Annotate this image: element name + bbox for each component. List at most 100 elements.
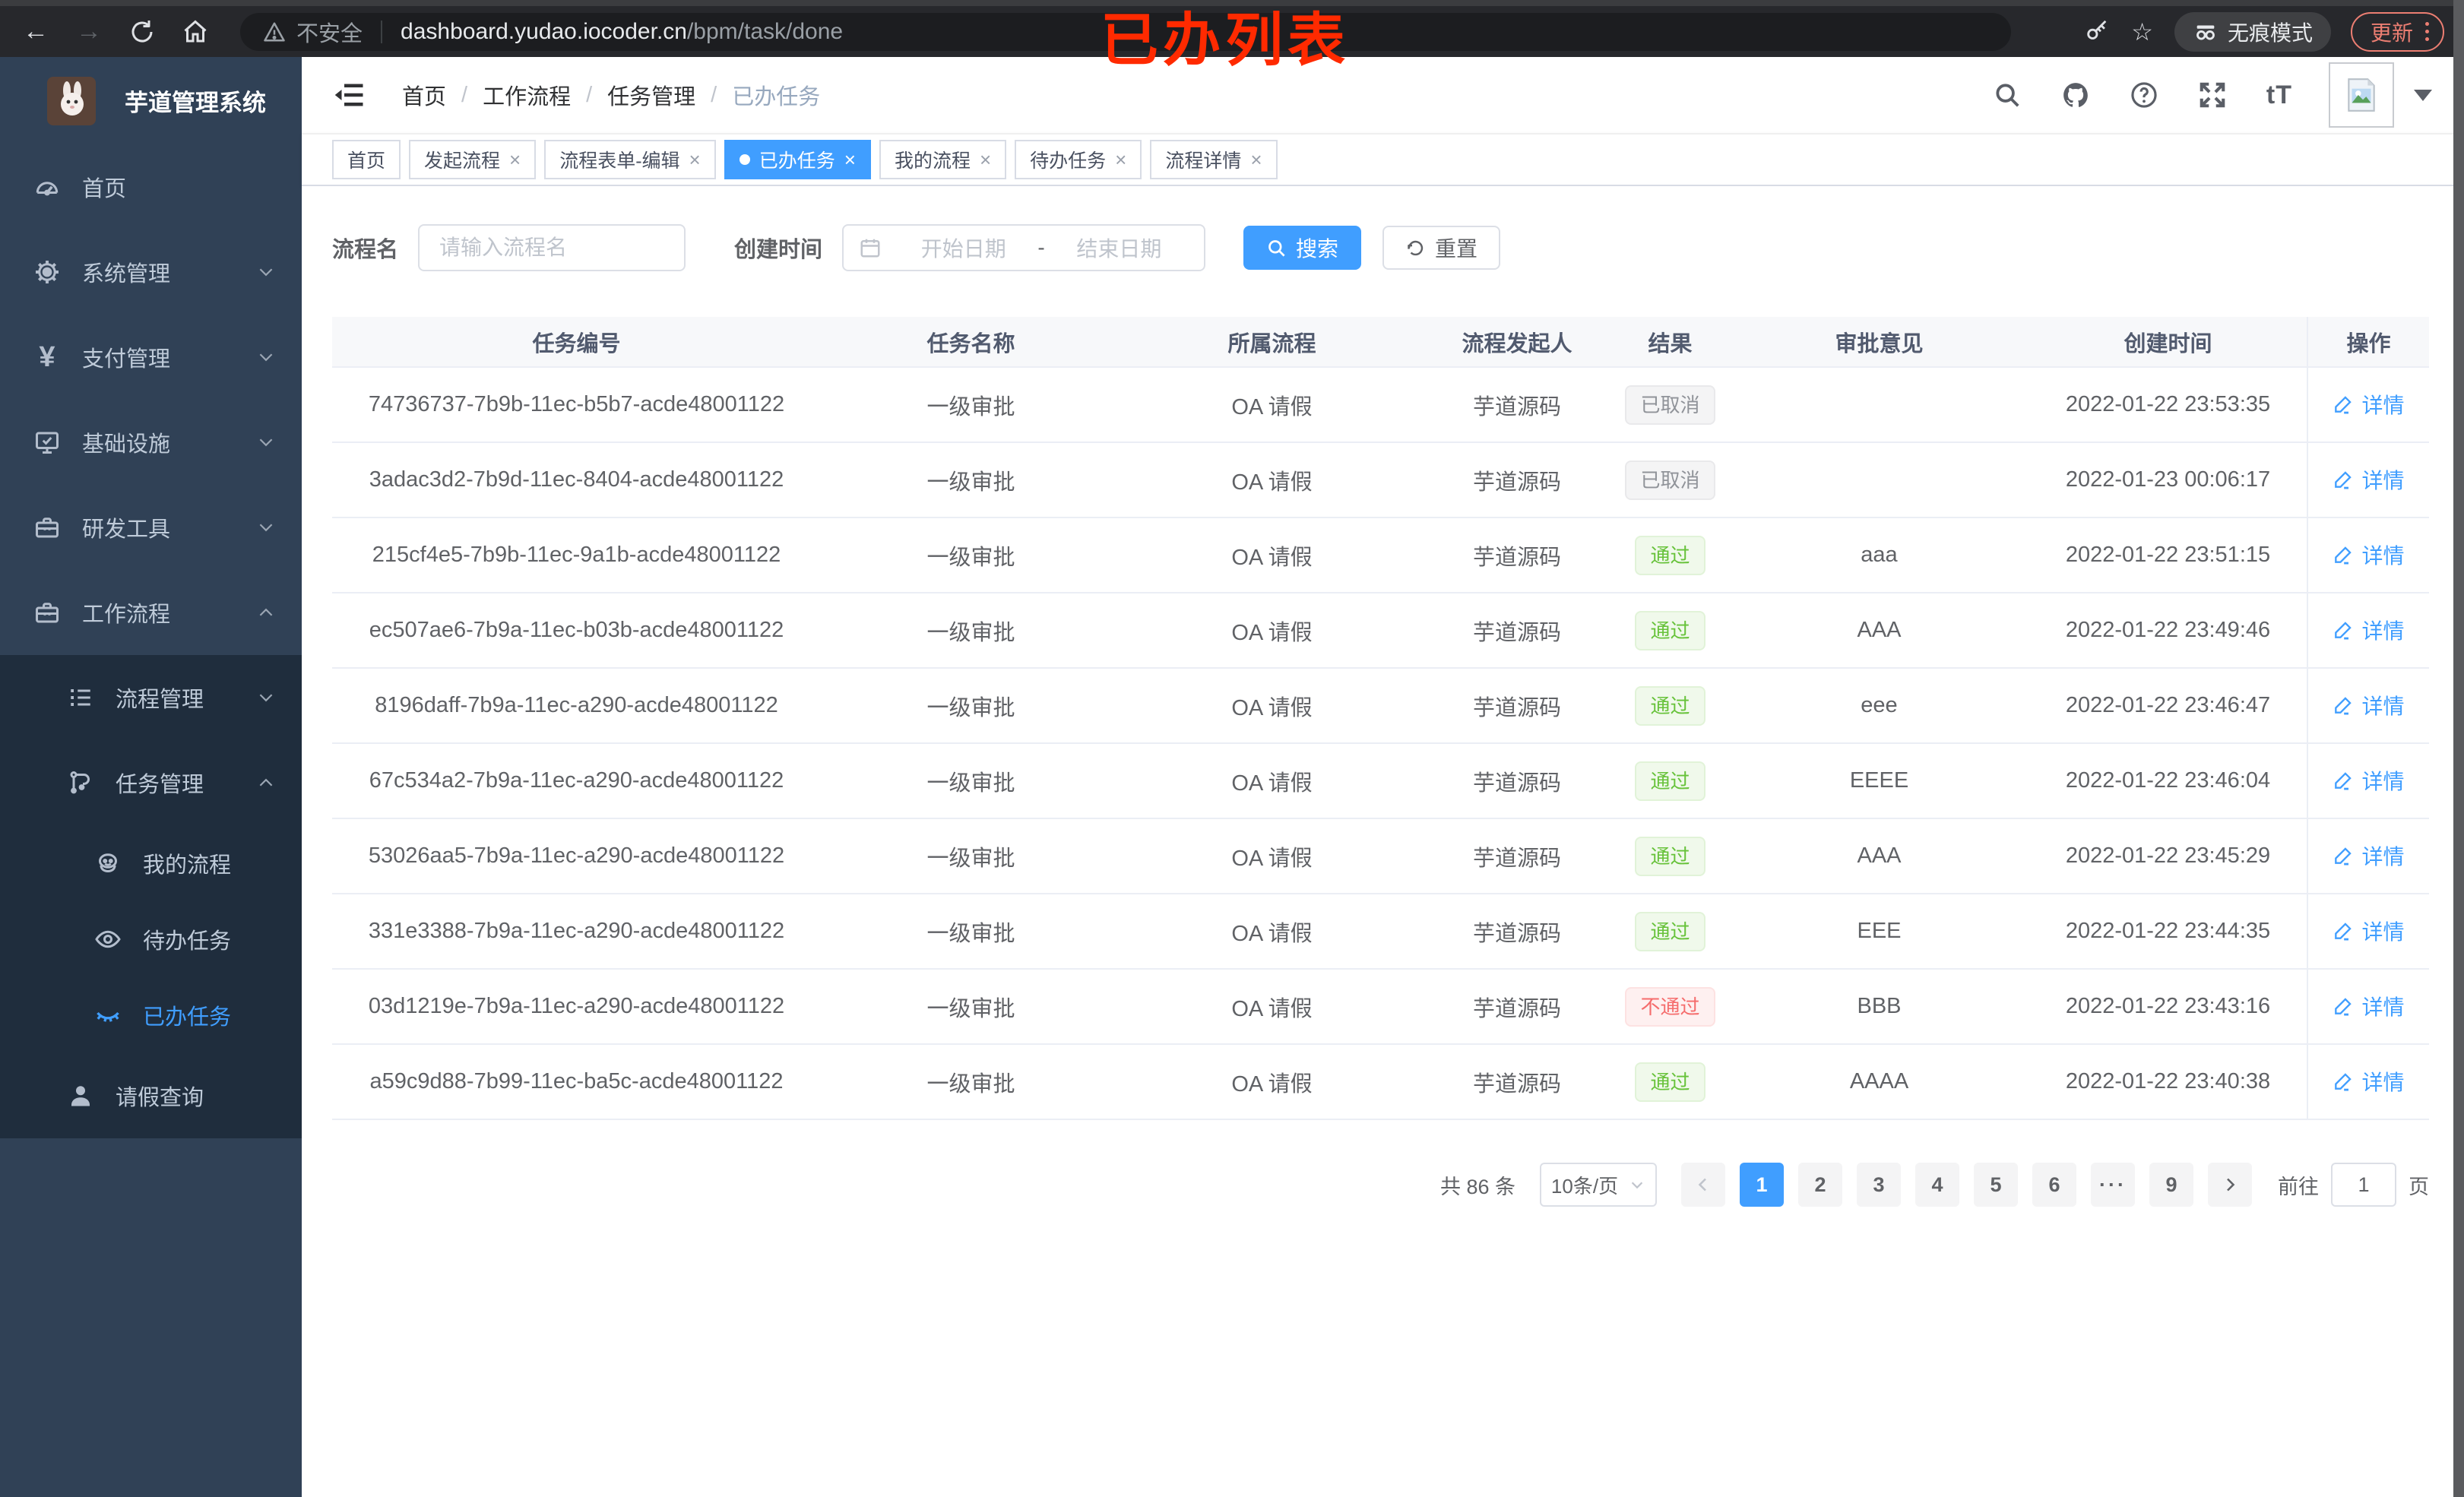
page-button-9[interactable]: 9 <box>2149 1163 2193 1207</box>
chrome-update-button[interactable]: 更新 <box>2350 11 2444 52</box>
search-icon[interactable] <box>1993 81 2022 109</box>
tab-流程表单-编辑[interactable]: 流程表单-编辑 × <box>544 140 716 179</box>
tab-发起流程[interactable]: 发起流程 × <box>409 140 537 179</box>
jump-page-input[interactable] <box>2331 1163 2396 1207</box>
browser-back-icon[interactable]: ← <box>18 14 53 49</box>
tab-待办任务[interactable]: 待办任务 × <box>1015 140 1142 179</box>
sidebar-item-首页[interactable]: 首页 <box>0 144 302 229</box>
edit-pen-icon <box>2333 770 2354 791</box>
tab-close-icon[interactable]: × <box>1115 150 1126 169</box>
date-range-picker[interactable]: 开始日期 - 结束日期 <box>842 224 1206 271</box>
page-button-1[interactable]: 1 <box>1740 1163 1784 1207</box>
detail-link[interactable]: 详情 <box>2333 389 2405 419</box>
page-button-5[interactable]: 5 <box>1974 1163 2018 1207</box>
detail-link[interactable]: 详情 <box>2333 840 2405 871</box>
sidebar-item-请假查询[interactable]: 请假查询 <box>0 1053 302 1138</box>
detail-link[interactable]: 详情 <box>2333 464 2405 495</box>
avatar[interactable] <box>2329 62 2394 128</box>
detail-link[interactable]: 详情 <box>2333 1066 2405 1097</box>
url-bar[interactable]: 不安全 dashboard.yudao.iocoder.cn/bpm/task/… <box>240 12 2011 51</box>
navbar: 首页 / 工作流程 / 任务管理 / 已办任务 tT <box>302 57 2464 133</box>
page-button-3[interactable]: 3 <box>1857 1163 1901 1207</box>
prev-page-button[interactable] <box>1681 1163 1725 1207</box>
sidebar-item-已办任务[interactable]: 已办任务 <box>0 977 302 1053</box>
sidebar-item-任务管理[interactable]: 任务管理 <box>0 740 302 825</box>
result-badge: 通过 <box>1635 685 1705 726</box>
result-cell: 通过 <box>1611 593 1729 669</box>
page-button-2[interactable]: 2 <box>1798 1163 1842 1207</box>
detail-link[interactable]: 详情 <box>2333 690 2405 720</box>
page-size-select[interactable]: 10条/页 <box>1540 1163 1657 1207</box>
page-button-6[interactable]: 6 <box>2032 1163 2076 1207</box>
result-cell: 通过 <box>1611 818 1729 894</box>
tab-我的流程[interactable]: 我的流程 × <box>879 140 1007 179</box>
process-starter: 芋道源码 <box>1423 517 1611 593</box>
tab-close-icon[interactable]: × <box>844 150 856 169</box>
page-button-4[interactable]: 4 <box>1915 1163 1959 1207</box>
not-secure-icon <box>263 21 286 43</box>
detail-link[interactable]: 详情 <box>2333 615 2405 645</box>
tab-已办任务[interactable]: 已办任务 × <box>724 140 871 179</box>
jump-suffix: 页 <box>2409 1175 2429 1198</box>
edit-pen-icon <box>2333 619 2354 641</box>
bookmark-star-icon[interactable]: ☆ <box>2131 17 2153 46</box>
task-id: a59c9d88-7b99-11ec-ba5c-acde48001122 <box>332 1044 821 1120</box>
breadcrumb-工作流程[interactable]: 工作流程 <box>483 79 571 111</box>
operation-cell: 详情 <box>2307 367 2429 443</box>
tab-close-icon[interactable]: × <box>509 150 521 169</box>
breadcrumb-任务管理[interactable]: 任务管理 <box>607 79 695 111</box>
result-badge: 已取消 <box>1625 385 1715 425</box>
page-more-button[interactable]: ··· <box>2091 1163 2135 1207</box>
sidebar-collapse-icon[interactable] <box>334 79 366 111</box>
browser-menu-icon[interactable] <box>2425 22 2429 41</box>
sidebar-item-我的流程[interactable]: 我的流程 <box>0 825 302 901</box>
omnibox-divider <box>381 20 383 43</box>
table-header-row: 任务编号 任务名称 所属流程 流程发起人 结果 审批意见 创建时间 操作 <box>332 317 2429 367</box>
logo-row[interactable]: 芋道管理系统 <box>0 57 302 144</box>
sidebar-item-label: 我的流程 <box>143 853 232 878</box>
help-icon[interactable] <box>2130 81 2158 109</box>
process-starter: 芋道源码 <box>1423 894 1611 970</box>
sidebar-item-支付管理[interactable]: ¥ 支付管理 <box>0 315 302 400</box>
process-name-label: 流程名 <box>332 238 399 262</box>
sidebar-item-工作流程[interactable]: 工作流程 <box>0 570 302 655</box>
browser-forward-icon[interactable]: → <box>71 14 106 49</box>
tab-close-icon[interactable]: × <box>689 150 701 169</box>
password-key-icon[interactable] <box>2084 19 2110 45</box>
table-row: 53026aa5-7b9a-11ec-a290-acde48001122 一级审批… <box>332 818 2429 894</box>
breadcrumb-首页[interactable]: 首页 <box>402 79 446 111</box>
sidebar-menu: 首页 系统管理 ¥ 支付管理 基础设施 研发工具 工作流程 流程管理 任务管理我的流程待办任务已… <box>0 144 302 1497</box>
tab-首页[interactable]: 首页 <box>332 140 401 179</box>
task-name: 一级审批 <box>821 442 1121 518</box>
process-name-input[interactable] <box>418 224 686 271</box>
window-scrollbar-strip[interactable] <box>2453 0 2464 1497</box>
result-cell: 已取消 <box>1611 367 1729 443</box>
search-button[interactable]: 搜索 <box>1243 226 1362 270</box>
avatar-caret-icon[interactable] <box>2414 89 2432 101</box>
next-page-button[interactable] <box>2208 1163 2252 1207</box>
tab-流程详情[interactable]: 流程详情 × <box>1150 140 1278 179</box>
fullscreen-icon[interactable] <box>2198 81 2227 109</box>
sidebar-item-系统管理[interactable]: 系统管理 <box>0 229 302 315</box>
result-badge: 通过 <box>1635 535 1705 575</box>
tab-close-icon[interactable]: × <box>980 150 991 169</box>
github-icon[interactable] <box>2061 81 2090 109</box>
detail-link[interactable]: 详情 <box>2333 540 2405 570</box>
sidebar-item-待办任务[interactable]: 待办任务 <box>0 901 302 977</box>
browser-home-icon[interactable] <box>178 14 213 49</box>
edit-pen-icon <box>2333 544 2354 565</box>
font-size-icon[interactable]: tT <box>2266 81 2292 110</box>
page-content: 流程名 创建时间 开始日期 - 结束日期 搜索 重置 <box>302 186 2464 1497</box>
pagination-total: 共 86 条 <box>1439 1175 1515 1198</box>
detail-link[interactable]: 详情 <box>2333 916 2405 946</box>
sidebar-item-流程管理[interactable]: 流程管理 <box>0 655 302 740</box>
detail-link[interactable]: 详情 <box>2333 765 2405 796</box>
sidebar-item-基础设施[interactable]: 基础设施 <box>0 400 302 485</box>
task-id: ec507ae6-7b9a-11ec-b03b-acde48001122 <box>332 593 821 669</box>
table-row: 8196daff-7b9a-11ec-a290-acde48001122 一级审批… <box>332 668 2429 744</box>
reset-button[interactable]: 重置 <box>1382 226 1501 270</box>
sidebar-item-研发工具[interactable]: 研发工具 <box>0 485 302 570</box>
browser-reload-icon[interactable] <box>125 14 160 49</box>
tab-close-icon[interactable]: × <box>1250 150 1262 169</box>
detail-link[interactable]: 详情 <box>2333 991 2405 1021</box>
